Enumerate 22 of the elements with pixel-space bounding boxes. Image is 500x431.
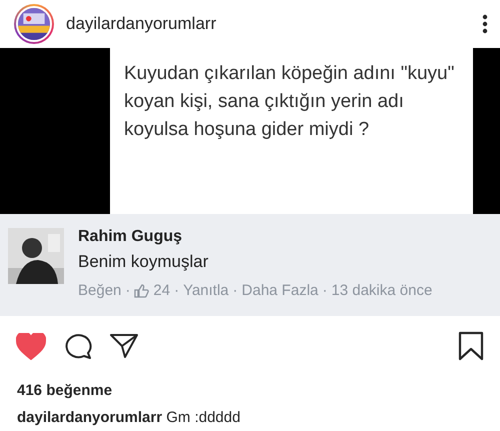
separator: ·	[174, 282, 180, 299]
comment-icon[interactable]	[64, 332, 92, 360]
comment-action[interactable]: Beğen	[78, 282, 122, 299]
profile-avatar[interactable]	[14, 4, 54, 44]
comment-text: Benim koymuşlar	[78, 252, 210, 272]
quote-text: Kuyudan çıkarılan köpeğin adını "kuyu" koyan kişi, sana çıktığın yerin adı koyulsa hoşuna gider miydi ?	[124, 62, 456, 142]
bookmark-icon[interactable]	[458, 331, 484, 361]
comment-action[interactable]: Daha Fazla	[242, 282, 318, 299]
thumbs-up-icon	[134, 284, 150, 298]
more-options-icon[interactable]	[482, 14, 488, 34]
separator: ·	[125, 282, 130, 299]
caption: dayilardanyorumlarr Gm :ddddd	[16, 408, 242, 426]
separator: ·	[322, 282, 328, 299]
heart-icon[interactable]	[16, 332, 46, 360]
username[interactable]: dayilardanyorumlarr	[66, 14, 470, 34]
comment-action[interactable]: Yanıtla	[183, 282, 229, 299]
share-icon[interactable]	[110, 333, 138, 359]
separator: ·	[232, 282, 238, 299]
like-count: 24	[153, 282, 170, 299]
like-count-text[interactable]: 416 beğenme	[0, 366, 500, 399]
comment-action[interactable]: 13 dakika önce	[331, 282, 432, 299]
comment-author[interactable]: Rahim Guguş	[78, 228, 432, 246]
